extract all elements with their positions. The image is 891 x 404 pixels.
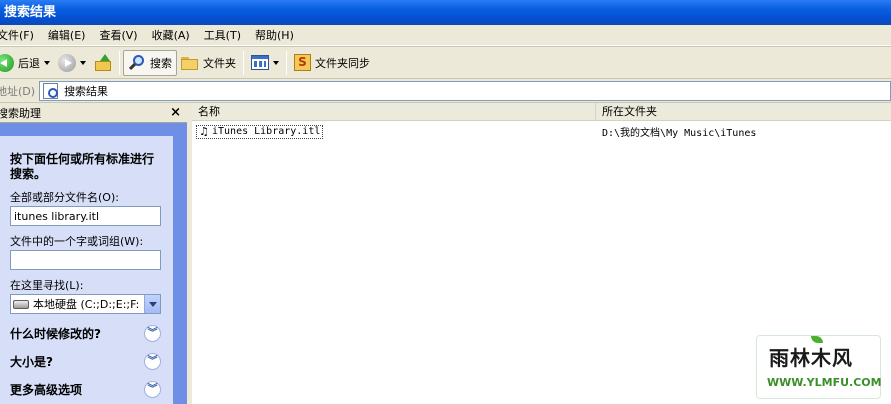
search-icon — [128, 54, 146, 72]
search-pane-scrollbar[interactable] — [173, 136, 187, 404]
search-pane: 搜索助理 × 按下面任何或所有标准进行搜索。 全部或部分文件名(O): itun… — [0, 103, 187, 404]
option-label: 更多高级选项 — [10, 383, 83, 397]
option-label: 大小是? — [10, 355, 53, 369]
folder-sync-icon: S — [294, 54, 311, 71]
search-form: 按下面任何或所有标准进行搜索。 全部或部分文件名(O): itunes libr… — [0, 136, 173, 404]
expand-chevron-icon[interactable]: ︾ — [144, 325, 161, 342]
address-input[interactable]: 搜索结果 — [39, 80, 891, 101]
search-intro: 按下面任何或所有标准进行搜索。 — [10, 152, 155, 181]
chevron-down-icon[interactable] — [144, 295, 160, 313]
menu-tools[interactable]: 工具(T) — [197, 25, 248, 46]
menu-file[interactable]: 文件(F) — [0, 25, 41, 46]
search-results-icon — [43, 82, 59, 99]
watermark-text: 雨林木风 — [769, 346, 853, 370]
file-folder: D:\我的文档\My Music\iTunes — [602, 128, 757, 139]
up-folder-icon — [94, 53, 112, 72]
close-icon[interactable]: × — [170, 105, 181, 120]
menu-favorites[interactable]: 收藏(A) — [145, 25, 197, 46]
toolbar-separator — [119, 50, 120, 75]
folders-label: 文件夹 — [203, 56, 236, 70]
option-when-modified[interactable]: 什么时候修改的? ︾ — [10, 325, 161, 342]
address-label: 地址(D) — [0, 84, 36, 98]
option-label: 什么时候修改的? — [10, 327, 101, 341]
music-note-icon: ♫ — [199, 124, 209, 138]
column-header-row: 名称 所在文件夹 — [192, 103, 891, 121]
toolbar-separator — [243, 50, 244, 75]
address-bar: 地址(D) 搜索结果 — [0, 79, 891, 103]
phrase-label: 文件中的一个字或词组(W): — [10, 235, 144, 248]
menu-bar: 文件(F) 编辑(E) 查看(V) 收藏(A) 工具(T) 帮助(H) — [0, 25, 891, 46]
back-label: 后退 — [18, 56, 40, 70]
folders-button[interactable]: 文件夹 — [177, 50, 240, 76]
forward-button[interactable] — [54, 50, 90, 76]
toolbar: 后退 搜索 文件夹 S 文件夹同步 — [0, 46, 891, 79]
hard-drive-icon — [13, 299, 29, 309]
menu-edit[interactable]: 编辑(E) — [41, 25, 93, 46]
back-arrow-icon — [0, 53, 14, 72]
selected-item[interactable]: ♫ iTunes Library.itl — [196, 124, 324, 139]
column-header-name[interactable]: 名称 — [192, 103, 596, 121]
views-button[interactable] — [247, 50, 283, 76]
expand-chevron-icon[interactable]: ︾ — [144, 381, 161, 398]
search-label: 搜索 — [150, 56, 172, 70]
table-row[interactable]: ♫ iTunes Library.itl D:\我的文档\My Music\iT… — [192, 123, 891, 140]
lookin-label: 在这里寻找(L): — [10, 279, 84, 292]
lookin-value: 本地硬盘 (C:;D:;E:;F: — [33, 298, 140, 311]
folder-sync-label: 文件夹同步 — [315, 56, 370, 70]
option-advanced[interactable]: 更多高级选项 ︾ — [10, 381, 161, 398]
lookin-select[interactable]: 本地硬盘 (C:;D:;E:;F: — [10, 294, 161, 314]
file-name-cell[interactable]: ♫ iTunes Library.itl — [192, 124, 596, 139]
phrase-input[interactable] — [10, 250, 161, 270]
back-dropdown-icon[interactable] — [44, 60, 50, 65]
search-button[interactable]: 搜索 — [123, 49, 177, 76]
toolbar-separator — [286, 50, 287, 75]
views-icon — [251, 55, 269, 70]
filename-label: 全部或部分文件名(O): — [10, 191, 119, 204]
up-button[interactable] — [90, 50, 116, 76]
watermark-logo: 雨林木风 WWW.YLMFU.COM — [756, 335, 882, 399]
window-title: 搜索结果 — [0, 0, 891, 25]
file-name: iTunes Library.itl — [212, 126, 321, 137]
views-dropdown-icon — [273, 60, 279, 65]
folder-icon — [181, 56, 199, 70]
menu-help[interactable]: 帮助(H) — [248, 25, 301, 46]
search-pane-header: 搜索助理 × — [0, 103, 187, 123]
search-pane-title: 搜索助理 — [0, 106, 41, 120]
folder-sync-button[interactable]: S 文件夹同步 — [290, 50, 374, 76]
watermark-url: WWW.YLMFU.COM — [767, 376, 882, 389]
filename-input[interactable]: itunes library.itl — [10, 206, 161, 226]
menu-view[interactable]: 查看(V) — [92, 25, 144, 46]
forward-dropdown-icon[interactable] — [80, 60, 86, 65]
expand-chevron-icon[interactable]: ︾ — [144, 353, 161, 370]
forward-arrow-icon — [58, 53, 76, 72]
address-value: 搜索结果 — [64, 84, 109, 98]
option-size[interactable]: 大小是? ︾ — [10, 353, 161, 370]
column-header-folder[interactable]: 所在文件夹 — [596, 103, 891, 121]
back-button[interactable]: 后退 — [0, 50, 54, 76]
